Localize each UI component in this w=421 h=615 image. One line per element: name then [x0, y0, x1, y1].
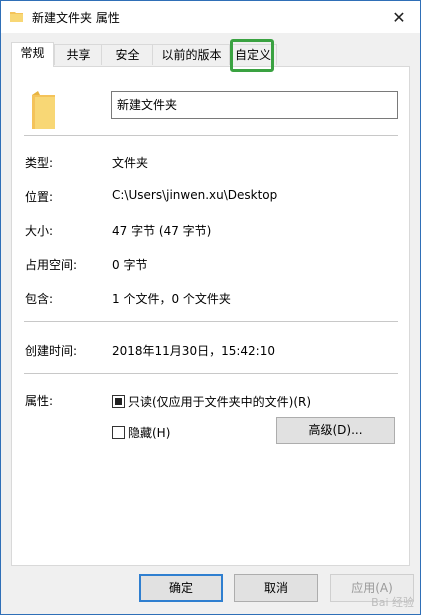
watermark: Bai 经验	[371, 596, 414, 609]
attributes-label: 属性:	[25, 394, 54, 408]
folder-name-input[interactable]: 新建文件夹	[111, 91, 398, 119]
size-on-disk-value: 0 字节	[112, 258, 148, 272]
tab-highlight-box	[230, 39, 274, 72]
tab-sharing[interactable]: 共享	[54, 44, 103, 65]
ok-button[interactable]: 确定	[139, 574, 223, 602]
size-value: 47 字节 (47 字节)	[112, 224, 212, 238]
location-value: C:\Users\jinwen.xu\Desktop	[112, 188, 278, 202]
separator	[24, 373, 398, 374]
readonly-checkbox[interactable]	[112, 395, 125, 408]
title-bar: 新建文件夹 属性 ✕	[1, 1, 420, 33]
hidden-checkbox[interactable]	[112, 426, 125, 439]
window-title: 新建文件夹 属性	[32, 11, 120, 25]
readonly-label[interactable]: 只读(仅应用于文件夹中的文件)(R)	[128, 393, 311, 410]
close-button[interactable]: ✕	[378, 1, 420, 33]
tab-previous-versions[interactable]: 以前的版本	[152, 44, 231, 65]
properties-window: 新建文件夹 属性 ✕ 常规 共享 安全 以前的版本 自定义 新建文件夹 类型: …	[0, 0, 421, 615]
separator	[24, 135, 398, 136]
general-panel: 新建文件夹 类型: 文件夹 位置: C:\Users\jinwen.xu\Des…	[11, 66, 410, 566]
contains-value: 1 个文件，0 个文件夹	[112, 292, 231, 306]
type-label: 类型:	[25, 156, 54, 170]
contains-label: 包含:	[25, 292, 54, 306]
created-label: 创建时间:	[25, 344, 78, 358]
type-value: 文件夹	[112, 156, 149, 170]
tab-security[interactable]: 安全	[101, 44, 154, 65]
cancel-button[interactable]: 取消	[234, 574, 318, 602]
location-label: 位置:	[25, 190, 54, 204]
size-label: 大小:	[25, 224, 54, 238]
separator	[24, 321, 398, 322]
folder-icon	[10, 12, 23, 22]
tab-general[interactable]: 常规	[11, 42, 54, 67]
created-value: 2018年11月30日，15:42:10	[112, 344, 275, 358]
advanced-button[interactable]: 高级(D)...	[276, 417, 395, 444]
hidden-label[interactable]: 隐藏(H)	[128, 424, 170, 441]
large-folder-icon	[32, 91, 55, 129]
size-on-disk-label: 占用空间:	[25, 258, 78, 272]
